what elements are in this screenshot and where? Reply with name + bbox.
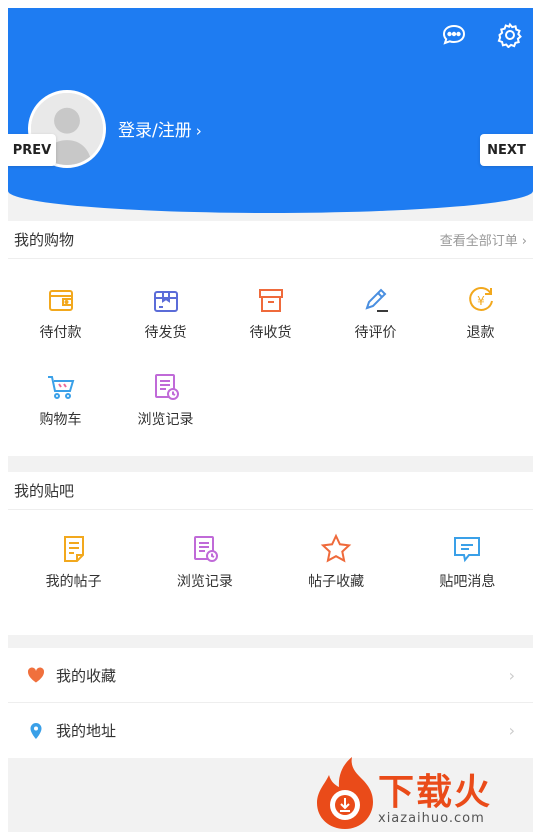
message-icon <box>451 533 483 565</box>
box-icon <box>255 284 287 316</box>
prev-button[interactable]: PREV <box>8 134 56 166</box>
row-label: 我的地址 <box>56 722 117 740</box>
row-label: 我的收藏 <box>56 666 117 685</box>
tieba-section: 我的贴吧 我的帖子 浏览记录 帖子收藏 贴吧消息 <box>8 472 533 635</box>
refund-icon: ¥ <box>465 284 497 316</box>
cart-button[interactable]: 购物车 <box>8 371 113 458</box>
history-icon <box>189 533 221 565</box>
chevron-right-icon: › <box>508 721 515 740</box>
next-button[interactable]: NEXT <box>480 134 533 166</box>
chevron-right-icon: › <box>521 234 527 249</box>
heart-icon <box>26 665 46 685</box>
item-label: 浏览记录 <box>176 574 233 590</box>
history-icon <box>150 371 182 403</box>
shopping-section: 我的购物 查看全部订单 › 待付款 待发货 待收货 待评价 ¥ 退款 购物车 浏… <box>8 221 533 456</box>
item-label: 待发货 <box>144 325 187 341</box>
section-title: 我的贴吧 <box>14 482 75 500</box>
view-all-orders-label: 查看全部订单 <box>439 234 518 249</box>
item-label: 待付款 <box>39 325 82 341</box>
pending-shipment-button[interactable]: 待发货 <box>113 284 218 371</box>
cart-icon <box>45 371 77 403</box>
wallet-icon <box>45 284 77 316</box>
item-label: 待收货 <box>249 325 292 341</box>
item-label: 我的帖子 <box>45 574 102 590</box>
tieba-browse-history-button[interactable]: 浏览记录 <box>139 533 270 591</box>
my-favorites-row[interactable]: 我的收藏 › <box>8 648 533 703</box>
pending-receipt-button[interactable]: 待收货 <box>218 284 323 371</box>
item-label: 浏览记录 <box>137 412 194 428</box>
app-frame: 登录/注册 › PREV NEXT 我的购物 查看全部订单 › 待付款 待发货 待收… <box>8 8 533 832</box>
svg-text:¥: ¥ <box>477 294 485 308</box>
shopping-header: 我的购物 查看全部订单 › <box>8 221 533 259</box>
my-posts-button[interactable]: 我的帖子 <box>8 533 139 591</box>
view-all-orders-link[interactable]: 查看全部订单 › <box>440 230 527 249</box>
section-title: 我的购物 <box>14 231 75 249</box>
refund-button[interactable]: ¥ 退款 <box>428 284 533 371</box>
tieba-messages-button[interactable]: 贴吧消息 <box>402 533 533 591</box>
links-section: 我的收藏 › 我的地址 › <box>8 648 533 758</box>
watermark-url: xiazaihuo.com <box>378 811 485 826</box>
chevron-right-icon: › <box>508 665 515 685</box>
login-register-link[interactable]: 登录/注册 › <box>118 116 202 141</box>
star-icon <box>320 533 352 565</box>
package-icon <box>150 284 182 316</box>
pending-review-button[interactable]: 待评价 <box>323 284 428 371</box>
item-label: 退款 <box>466 325 495 341</box>
flame-logo-icon <box>317 757 373 829</box>
xiazaihuo-watermark: 下载火 xiazaihuo.com <box>312 755 532 832</box>
item-label: 购物车 <box>39 412 82 428</box>
item-label: 待评价 <box>354 325 397 341</box>
chevron-right-icon: › <box>195 122 202 140</box>
browse-history-button[interactable]: 浏览记录 <box>113 371 218 458</box>
item-label: 贴吧消息 <box>439 574 496 590</box>
tieba-header: 我的贴吧 <box>8 472 533 510</box>
watermark-brand: 下载火 <box>378 772 493 813</box>
post-icon <box>58 533 90 565</box>
post-favorites-button[interactable]: 帖子收藏 <box>271 533 402 591</box>
item-label: 帖子收藏 <box>308 574 365 590</box>
gear-icon[interactable] <box>497 22 523 48</box>
location-icon <box>26 721 46 741</box>
chat-bubble-icon[interactable] <box>441 22 467 48</box>
pending-payment-button[interactable]: 待付款 <box>8 284 113 371</box>
pen-icon <box>360 284 392 316</box>
profile-header: 登录/注册 › <box>8 8 533 213</box>
my-address-row[interactable]: 我的地址 › <box>8 703 533 758</box>
login-label: 登录/注册 <box>118 121 192 141</box>
